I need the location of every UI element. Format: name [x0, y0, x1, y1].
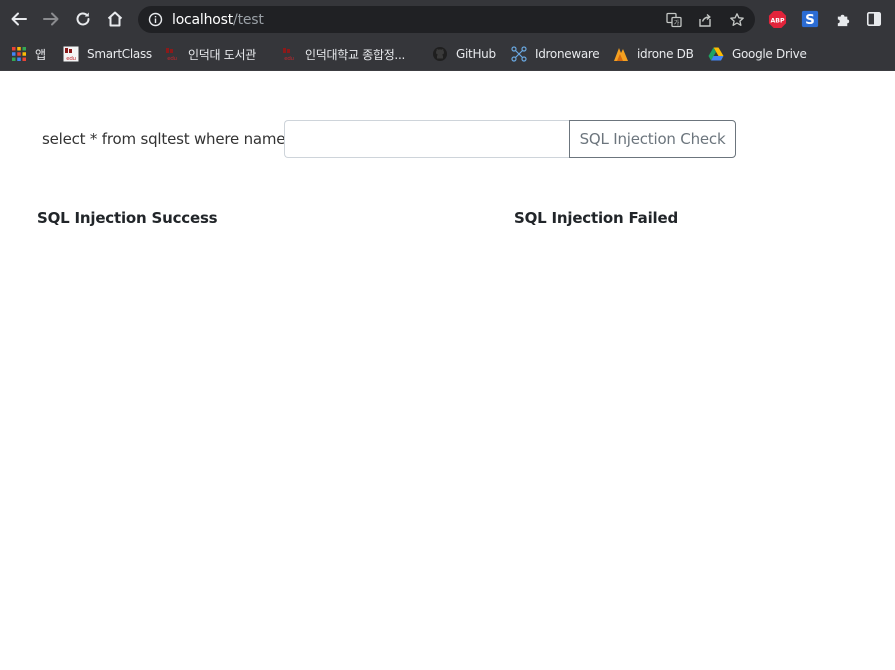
- success-results: [37, 236, 417, 636]
- inha-edu-icon: edu: [63, 46, 79, 62]
- svg-text:가: 가: [674, 19, 680, 27]
- bookmark-induk-portal[interactable]: edu 인덕대학교 종합정...: [281, 44, 405, 64]
- failed-heading: SQL Injection Failed: [514, 209, 679, 227]
- inha-edu-icon: edu: [283, 48, 294, 62]
- apps-grid-icon: [12, 47, 26, 61]
- home-icon[interactable]: [105, 9, 125, 29]
- url-path: /test: [233, 12, 264, 28]
- adblock-label: ABP: [770, 17, 784, 24]
- idrone-db-icon: [614, 48, 628, 61]
- name-input[interactable]: [284, 120, 570, 158]
- query-label: select * from sqltest where name: [42, 130, 286, 148]
- bookmark-idroneware[interactable]: Idroneware: [511, 44, 600, 64]
- bookmark-label: GitHub: [456, 47, 496, 61]
- bookmark-smartclass[interactable]: edu SmartClass: [63, 44, 152, 64]
- adblock-plus-icon[interactable]: ABP: [767, 9, 787, 29]
- bookmark-apps[interactable]: 앱: [11, 44, 46, 64]
- bookmark-label: 인덕대학교 종합정...: [305, 47, 405, 62]
- back-arrow-icon[interactable]: [9, 9, 29, 29]
- bookmark-label: Idroneware: [535, 47, 600, 61]
- bookmark-label: SmartClass: [87, 47, 152, 61]
- share-icon[interactable]: [697, 12, 713, 28]
- bookmark-star-icon[interactable]: [729, 12, 745, 28]
- bookmark-label: Google Drive: [732, 47, 807, 61]
- s-extension-icon[interactable]: S: [800, 9, 820, 29]
- s-extension-label: S: [805, 12, 815, 28]
- reload-icon[interactable]: [73, 9, 93, 29]
- forward-arrow-icon[interactable]: [41, 9, 61, 29]
- svg-text:edu: edu: [284, 56, 293, 62]
- sql-injection-check-button[interactable]: SQL Injection Check: [569, 120, 736, 158]
- bookmarks-bar: 앱 edu SmartClass edu 인덕대 도서관 edu 인덕대학교 종…: [0, 38, 895, 71]
- bookmark-google-drive[interactable]: Google Drive: [708, 44, 807, 64]
- browser-toolbar: localhost/test 가 ABP S: [0, 0, 895, 38]
- side-panel-icon[interactable]: [864, 9, 884, 29]
- google-drive-icon: [708, 47, 724, 61]
- site-info-icon[interactable]: [148, 12, 163, 27]
- url-text[interactable]: localhost/test: [172, 12, 264, 28]
- failed-results: [514, 236, 894, 636]
- bookmark-label: idrone DB: [637, 47, 694, 61]
- url-host: localhost: [172, 12, 234, 28]
- bookmark-github[interactable]: GitHub: [432, 44, 496, 64]
- translate-icon[interactable]: 가: [666, 12, 682, 28]
- drone-icon: [511, 46, 527, 62]
- success-heading: SQL Injection Success: [37, 209, 218, 227]
- github-icon: [433, 47, 447, 61]
- svg-text:edu: edu: [66, 56, 75, 62]
- address-bar[interactable]: localhost/test 가: [138, 6, 755, 33]
- bookmark-idrone-db[interactable]: idrone DB: [613, 44, 694, 64]
- bookmark-label: 인덕대 도서관: [188, 47, 256, 62]
- bookmark-label: 앱: [35, 47, 46, 62]
- puzzle-extensions-icon[interactable]: [833, 9, 853, 29]
- svg-text:edu: edu: [167, 56, 176, 62]
- inha-edu-icon: edu: [166, 48, 177, 62]
- bookmark-induk-library[interactable]: edu 인덕대 도서관: [164, 44, 256, 64]
